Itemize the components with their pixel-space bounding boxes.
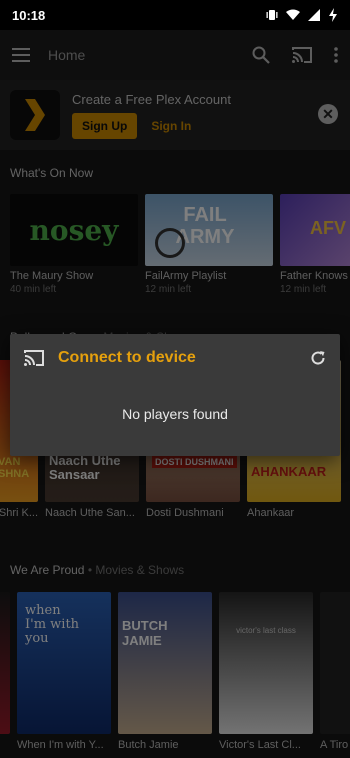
wifi-icon bbox=[286, 9, 300, 20]
clock: 10:18 bbox=[12, 7, 46, 23]
status-icons bbox=[266, 8, 338, 22]
connect-device-dialog: Connect to device No players found bbox=[10, 334, 340, 456]
dialog-title: Connect to device bbox=[58, 349, 196, 366]
dialog-header: Connect to device bbox=[10, 334, 340, 382]
refresh-icon[interactable] bbox=[310, 350, 326, 366]
signal-icon bbox=[308, 9, 320, 21]
battery-charging-icon bbox=[329, 8, 337, 22]
cast-icon bbox=[24, 350, 44, 366]
dialog-message: No players found bbox=[122, 406, 228, 422]
vibrate-icon bbox=[266, 10, 278, 20]
status-bar: 10:18 bbox=[0, 0, 350, 30]
